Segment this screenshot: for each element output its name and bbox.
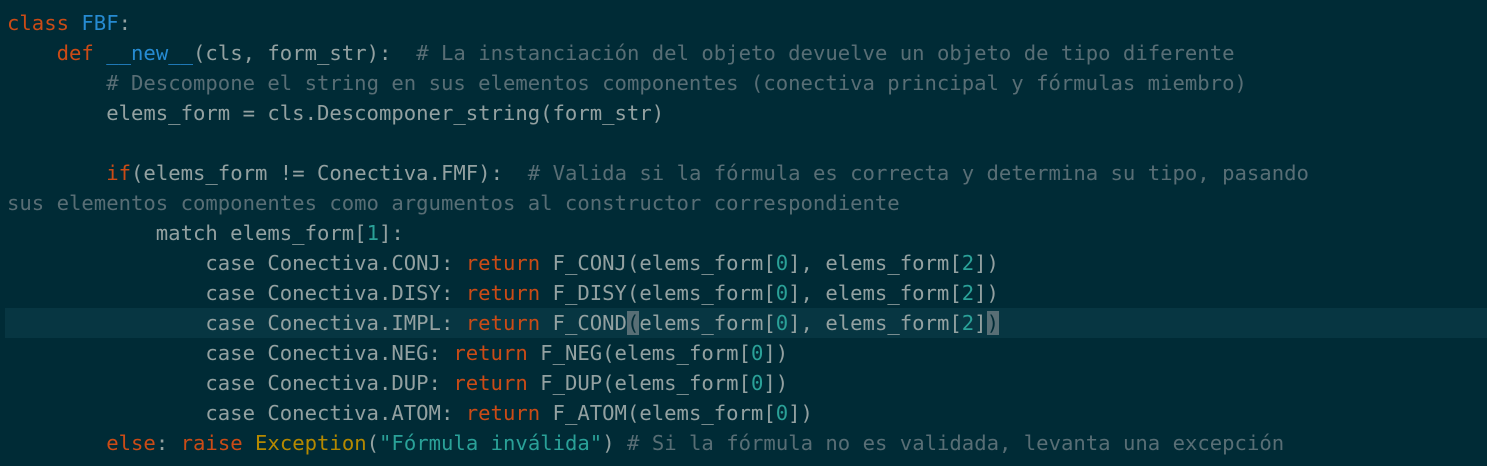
code-text: case Conectiva.DUP:	[7, 371, 454, 395]
code-text: ], elems_form[	[788, 281, 962, 305]
number-token: 1	[366, 221, 379, 245]
keyword-token: return	[453, 371, 528, 395]
number-token: 0	[750, 371, 764, 395]
number-token: 0	[775, 311, 789, 335]
code-text: :	[155, 431, 181, 455]
code-text: ], elems_form[	[788, 311, 962, 335]
code-line[interactable]: sus elementos componentes como argumento…	[0, 188, 1487, 218]
keyword-token: raise	[180, 431, 243, 455]
number-token: 0	[750, 341, 764, 365]
code-text: case Conectiva.ATOM:	[7, 401, 466, 425]
number-token: 0	[775, 281, 789, 305]
code-text: F_CONJ(elems_form[	[540, 251, 776, 275]
code-line[interactable]: case Conectiva.NEG: return F_NEG(elems_f…	[0, 338, 1487, 368]
keyword-token: return	[465, 401, 541, 425]
comment-token: sus elementos componentes como argumento…	[7, 191, 900, 215]
keyword-token: if	[106, 161, 132, 185]
code-text: case Conectiva.NEG:	[7, 341, 454, 365]
code-text: ])	[974, 251, 999, 275]
code-text: case Conectiva.CONJ:	[7, 251, 466, 275]
comment-token: # La instanciación del objeto devuelve u…	[416, 41, 1235, 65]
code-text: elems_form = cls.Descomponer_string(form…	[7, 101, 665, 125]
code-text: (	[366, 431, 380, 455]
code-text: F_NEG(elems_form[	[527, 341, 751, 365]
matched-bracket: )	[986, 311, 999, 335]
code-text: F_DISY(elems_form[	[540, 281, 776, 305]
code-text: ])	[974, 281, 999, 305]
code-text: :	[118, 11, 132, 35]
identifier-token: __new__	[106, 41, 194, 65]
comment-token: # Si la fórmula no es validada, levanta …	[627, 431, 1285, 455]
string-token: "Fórmula inválida"	[379, 431, 603, 455]
number-token: 2	[961, 281, 975, 305]
comment-token: # Descompone el string en sus elementos …	[106, 71, 1247, 95]
code-text: ])	[763, 341, 789, 365]
code-text: )	[602, 431, 628, 455]
identifier-token: FBF	[81, 11, 119, 35]
code-line[interactable]: case Conectiva.DISY: return F_DISY(elems…	[0, 278, 1487, 308]
code-line[interactable]: elems_form = cls.Descomponer_string(form…	[0, 98, 1487, 128]
code-text: F_DUP(elems_form[	[527, 371, 751, 395]
keyword-token: return	[465, 251, 541, 275]
code-text: case Conectiva.IMPL:	[7, 311, 466, 335]
code-editor[interactable]: class FBF: def __new__(cls, form_str): #…	[0, 0, 1487, 466]
number-token: 0	[775, 251, 789, 275]
code-text: (cls, form_str):	[193, 41, 417, 65]
code-line[interactable]: else: raise Exception("Fórmula inválida"…	[0, 428, 1487, 458]
code-line[interactable]: case Conectiva.DUP: return F_DUP(elems_f…	[0, 368, 1487, 398]
keyword-token: return	[465, 281, 541, 305]
code-text: ]:	[378, 221, 404, 245]
code-line[interactable]: case Conectiva.CONJ: return F_CONJ(elems…	[0, 248, 1487, 278]
code-text: F_ATOM(elems_form[	[540, 401, 776, 425]
current-code-line[interactable]: case Conectiva.IMPL: return F_COND(elems…	[5, 308, 1487, 338]
code-text: ]	[974, 311, 987, 335]
code-text: F_COND	[540, 311, 627, 335]
keyword-token: return	[465, 311, 541, 335]
keyword-token: return	[453, 341, 528, 365]
code-text: match elems_form[	[7, 221, 367, 245]
code-text: ])	[763, 371, 789, 395]
comment-token: # Valida si la fórmula es correcta y det…	[527, 161, 1309, 185]
number-token: 2	[961, 311, 975, 335]
code-line[interactable]: match elems_form[1]:	[0, 218, 1487, 248]
number-token: 2	[961, 251, 975, 275]
code-line[interactable]	[0, 128, 1487, 158]
keyword-token: else	[106, 431, 156, 455]
code-line[interactable]: case Conectiva.ATOM: return F_ATOM(elems…	[0, 398, 1487, 428]
keyword-token: class	[7, 11, 69, 35]
code-text: case Conectiva.DISY:	[7, 281, 466, 305]
code-line[interactable]: # Descompone el string en sus elementos …	[0, 68, 1487, 98]
code-line[interactable]: if(elems_form != Conectiva.FMF): # Valid…	[0, 158, 1487, 188]
code-text: elems_form[	[639, 311, 776, 335]
builtin-token: Exception	[255, 431, 367, 455]
code-text: (elems_form != Conectiva.FMF):	[131, 161, 528, 185]
code-line[interactable]: def __new__(cls, form_str): # La instanc…	[0, 38, 1487, 68]
keyword-token: def	[56, 41, 94, 65]
matched-bracket: (	[626, 311, 640, 335]
code-text: ])	[788, 401, 813, 425]
number-token: 0	[775, 401, 789, 425]
code-text: ], elems_form[	[788, 251, 962, 275]
code-line[interactable]: class FBF:	[0, 8, 1487, 38]
